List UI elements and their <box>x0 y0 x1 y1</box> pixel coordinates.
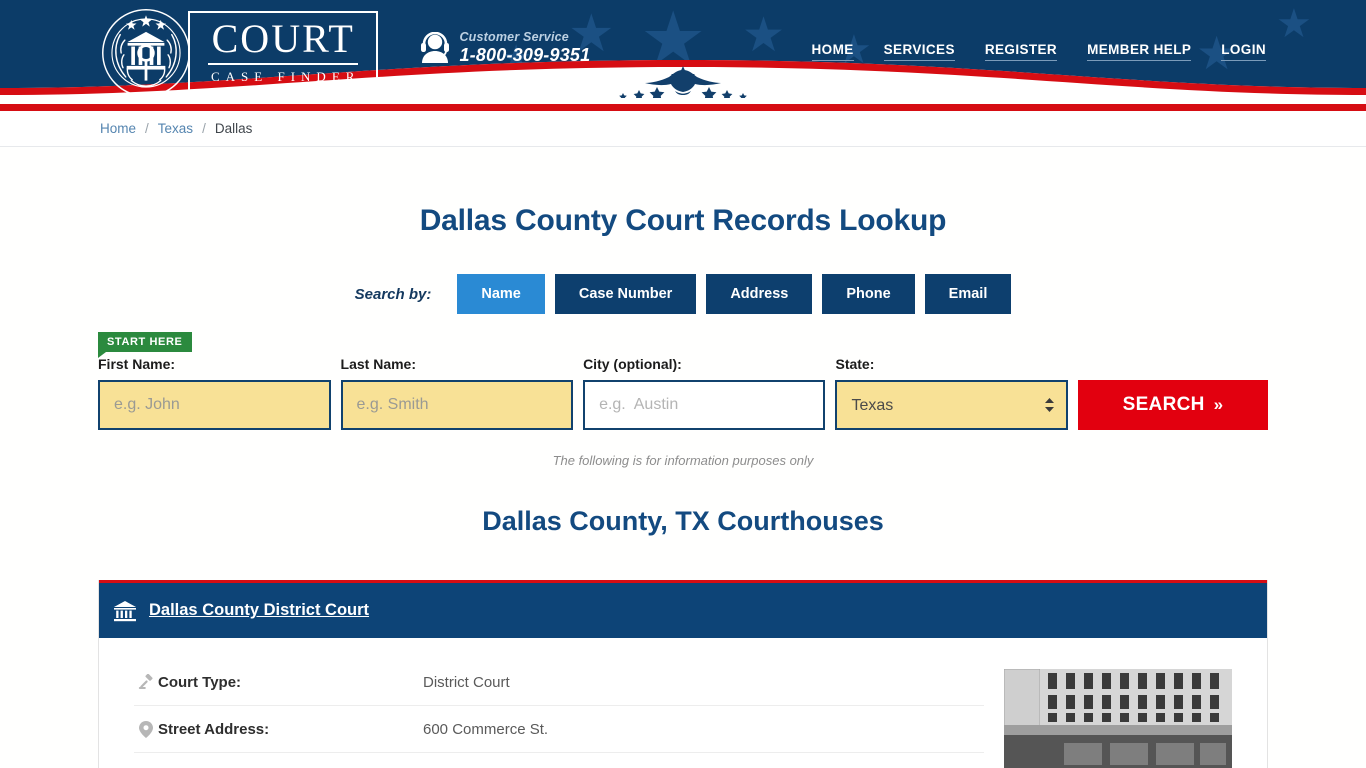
nav-item-login[interactable]: LOGIN <box>1221 42 1266 61</box>
map-pin-icon <box>134 720 158 738</box>
search-button-label: SEARCH <box>1122 394 1205 415</box>
site-header: ★ ★ ★ ★ ★ ★ ★ COURT CASE FINDER Customer… <box>0 0 1366 104</box>
main-content: Dallas County Court Records Lookup Searc… <box>98 204 1269 768</box>
customer-service-label: Customer Service <box>459 30 569 44</box>
form-disclaimer: The following is for information purpose… <box>552 453 814 468</box>
tab-name[interactable]: Name <box>457 274 545 314</box>
search-by-tabs: Search by: Name Case Number Address Phon… <box>98 274 1268 314</box>
breadcrumb-item-dallas: Dallas <box>214 121 253 136</box>
nav-item-register[interactable]: REGISTER <box>984 42 1058 61</box>
gavel-icon <box>134 674 158 690</box>
last-name-label: Last Name: <box>340 356 416 372</box>
detail-label: Court Type: <box>158 673 242 691</box>
state-select[interactable]: Texas <box>835 380 1069 430</box>
court-card-header: Dallas County District Court <box>99 580 1267 638</box>
breadcrumb: Home / Texas / Dallas <box>98 121 1268 136</box>
breadcrumb-separator: / <box>202 121 206 136</box>
court-search-form: First Name: Last Name: City (optional): … <box>98 356 1269 430</box>
state-field-group: State: Texas <box>835 356 1069 430</box>
tab-address[interactable]: Address <box>706 274 813 314</box>
table-row: Court Type: District Court <box>134 659 984 706</box>
tab-case-number[interactable]: Case Number <box>554 274 697 314</box>
courthouse-bank-icon <box>114 600 136 621</box>
breadcrumb-item-texas[interactable]: Texas <box>158 121 193 136</box>
court-card-body: Court Type: District Court Street Addres… <box>99 638 1267 768</box>
detail-value: 600 Commerce St. <box>423 720 549 738</box>
nav-item-member-help[interactable]: MEMBER HELP <box>1087 42 1192 61</box>
logo-primary-text: COURT <box>211 16 355 62</box>
breadcrumb-bar: Home / Texas / Dallas <box>0 111 1366 147</box>
site-logo[interactable]: COURT CASE FINDER <box>100 7 379 99</box>
search-button[interactable]: SEARCH » <box>1078 380 1269 430</box>
logo-divider <box>208 62 359 65</box>
court-name-link[interactable]: Dallas County District Court <box>149 601 369 620</box>
customer-service-block[interactable]: Customer Service 1-800-309-9351 <box>420 30 590 66</box>
city-input[interactable] <box>583 380 826 430</box>
main-navigation: HOME SERVICES REGISTER MEMBER HELP LOGIN <box>811 42 1268 61</box>
breadcrumb-separator: / <box>145 121 149 136</box>
tab-phone[interactable]: Phone <box>822 274 915 314</box>
courthouses-section-title: Dallas County, TX Courthouses <box>482 506 884 536</box>
search-by-label: Search by: <box>354 285 432 303</box>
court-detail-list: Court Type: District Court Street Addres… <box>134 659 1004 768</box>
chevron-double-right-icon: » <box>1213 395 1224 414</box>
court-seal-icon <box>102 9 190 97</box>
detail-label: Street Address: <box>158 720 270 738</box>
court-card: Dallas County District Court Court Type:… <box>98 580 1268 768</box>
page-title: Dallas County Court Records Lookup <box>419 204 947 237</box>
header-red-rule <box>0 104 1366 111</box>
tab-email[interactable]: Email <box>924 274 1012 314</box>
headset-support-icon <box>421 32 450 63</box>
nav-item-services[interactable]: SERVICES <box>883 42 955 61</box>
start-here-badge: START HERE <box>98 332 193 358</box>
city-field-group: City (optional): <box>583 356 826 430</box>
table-row <box>134 753 984 768</box>
state-label: State: <box>835 356 875 372</box>
table-row: Street Address: 600 Commerce St. <box>134 706 984 753</box>
customer-service-phone[interactable]: 1-800-309-9351 <box>459 45 590 66</box>
first-name-field-group: First Name: <box>98 356 331 430</box>
nav-item-home[interactable]: HOME <box>811 42 854 61</box>
last-name-field-group: Last Name: <box>340 356 574 430</box>
city-label: City (optional): <box>583 356 682 372</box>
courthouse-photo <box>1004 669 1232 768</box>
detail-value: District Court <box>423 673 510 691</box>
last-name-input[interactable] <box>340 380 574 430</box>
breadcrumb-item-home[interactable]: Home <box>100 121 136 136</box>
start-here-badge-wrap: START HERE <box>98 332 1268 358</box>
first-name-label: First Name: <box>98 356 176 372</box>
first-name-input[interactable] <box>98 380 331 430</box>
logo-secondary-text: CASE FINDER <box>211 68 361 84</box>
